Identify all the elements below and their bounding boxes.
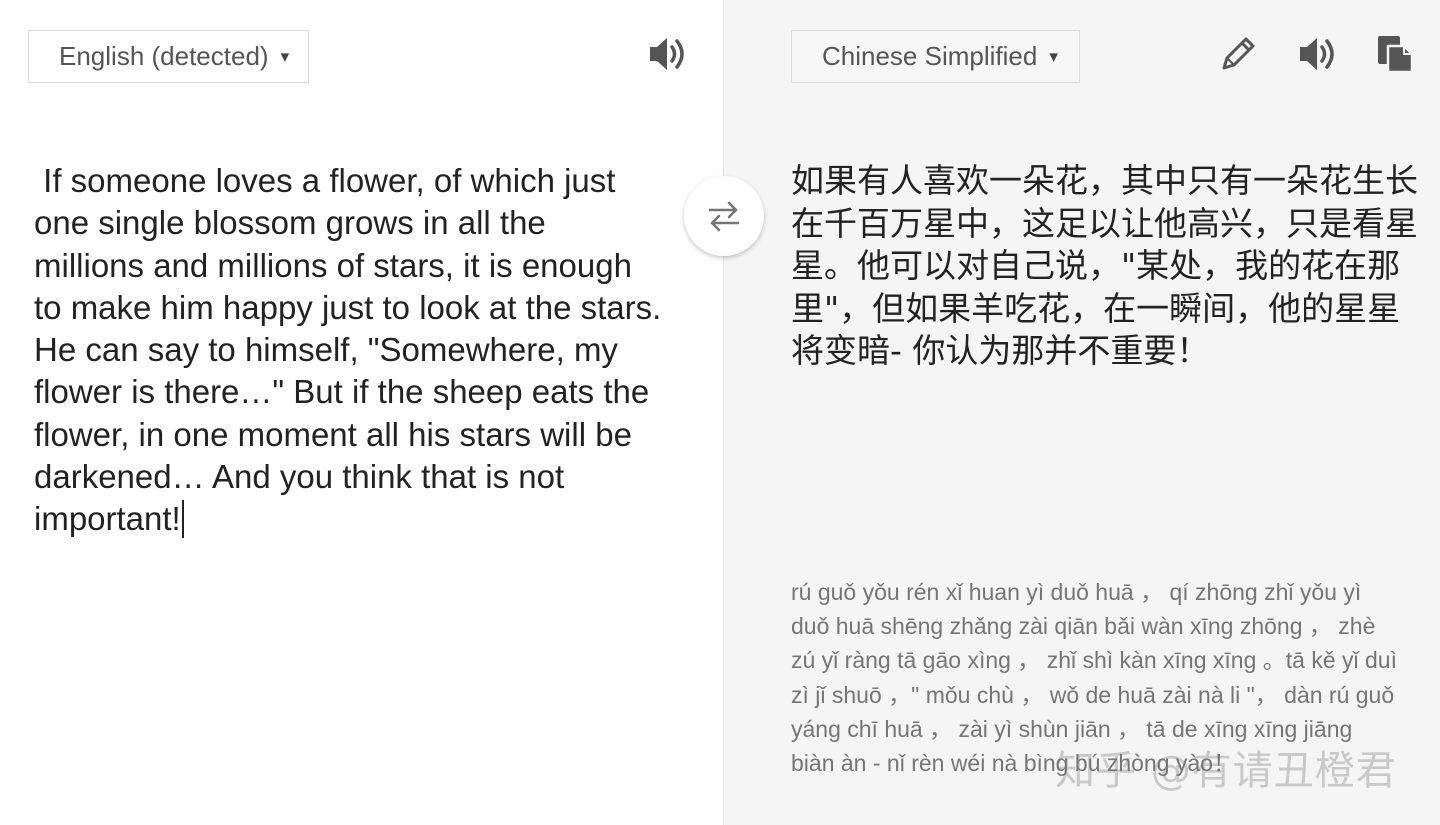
source-pane: English (detected) ▾ If someone loves a … [0, 0, 723, 825]
target-speaker-button[interactable] [1290, 28, 1342, 80]
source-language-label: English (detected) [59, 41, 269, 71]
source-language-select[interactable]: English (detected) ▾ [28, 30, 309, 83]
text-cursor [181, 500, 184, 539]
target-language-select[interactable]: Chinese Simplified ▾ [791, 30, 1080, 83]
swap-languages-button[interactable] [684, 176, 764, 256]
source-speaker-button[interactable] [640, 28, 692, 80]
copy-icon [1378, 36, 1414, 74]
speaker-icon [650, 38, 684, 70]
target-language-label: Chinese Simplified [822, 41, 1038, 71]
source-text-input[interactable]: If someone loves a flower, of which just… [34, 160, 664, 541]
copy-translation-button[interactable] [1370, 28, 1422, 80]
swap-arrows-icon [708, 201, 740, 232]
target-pane: Chinese Simplified ▾ 如果有人喜欢一朵花，其中只有一朵花生长… [723, 0, 1440, 825]
translator-app: English (detected) ▾ If someone loves a … [0, 0, 1440, 825]
speaker-icon [1300, 38, 1334, 70]
chevron-down-icon: ▾ [280, 46, 290, 66]
pencil-icon [1222, 37, 1255, 70]
edit-translation-button[interactable] [1212, 28, 1264, 80]
watermark: 知乎 @有请丑橙君 [1055, 748, 1397, 794]
chevron-down-icon: ▾ [1049, 46, 1058, 66]
source-text: If someone loves a flower, of which just… [34, 162, 671, 538]
translated-text: 如果有人喜欢一朵花，其中只有一朵花生长在千百万星中，这足以让他高兴，只是看星星。… [791, 161, 1418, 370]
